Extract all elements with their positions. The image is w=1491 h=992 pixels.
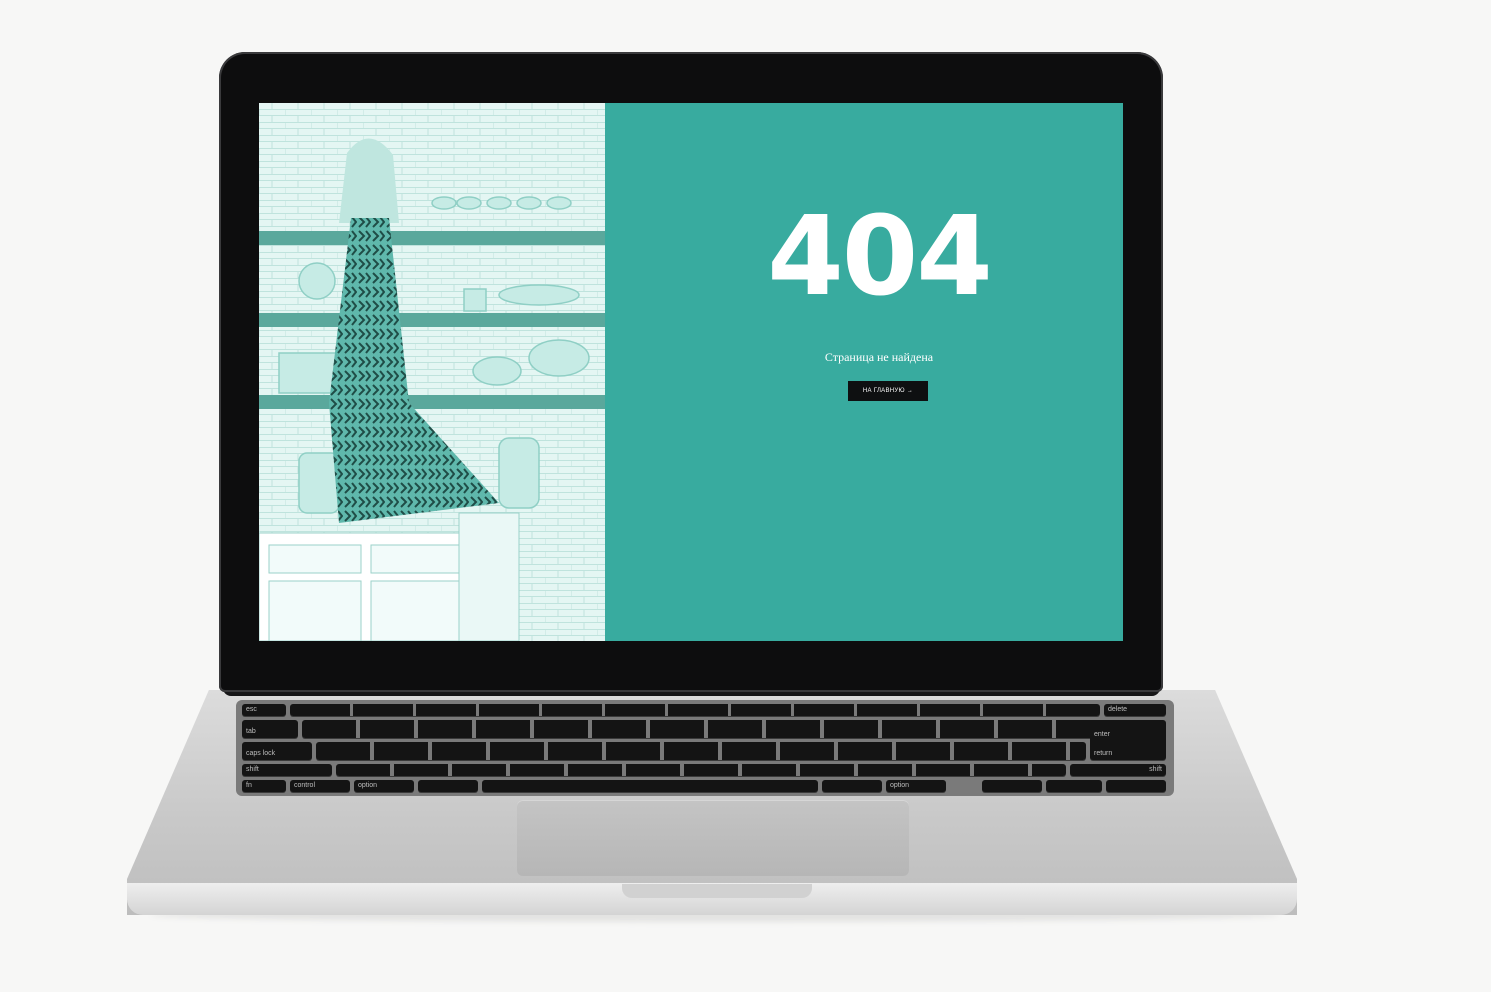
esc-key-label: esc [246,706,257,713]
screen-webpage: 404 Страница не найдена НА ГЛАВНУЮ → [259,103,1123,641]
letter-key-row-2 [316,742,1086,760]
laptop-mockup: esc delete tab caps lock return enter shi… [0,0,1491,992]
kitchen-woman-photo [259,103,605,641]
home-button[interactable]: НА ГЛАВНУЮ → [848,381,928,401]
error-message: Страница не найдена [824,350,934,364]
keyboard: esc delete tab caps lock return enter shi… [236,700,1174,796]
letter-key-row-1 [302,720,1102,738]
left-option-key: option [354,780,414,792]
tab-key-label: tab [246,728,256,735]
control-key: control [290,780,350,792]
control-key-label: control [294,782,316,789]
hero-photo [259,103,605,641]
function-key-row [290,704,1100,716]
trackpad [517,800,909,876]
enter-key-label: enter [1094,731,1110,738]
right-command-key [822,780,882,792]
caps-lock-key: caps lock [242,742,312,760]
fn-key-label: fn [246,782,252,789]
arrow-left-key [982,780,1042,792]
caps-lock-key-label: caps lock [246,750,276,757]
letter-key-row-3 [336,764,1066,776]
right-shift-key-label: shift [1149,766,1162,773]
laptop-lid-notch [622,884,812,898]
return-key-label: return [1094,750,1113,757]
tab-key: tab [242,720,298,738]
left-shift-key-label: shift [246,766,259,773]
arrow-right-key [1106,780,1166,792]
spacebar [482,780,818,792]
arrow-up-down-keys [1046,780,1102,792]
return-key: return enter [1090,720,1166,760]
right-option-key-label: option [890,782,910,789]
esc-key: esc [242,704,286,716]
fn-key: fn [242,780,286,792]
delete-key-label: delete [1108,706,1128,713]
left-command-key [418,780,478,792]
error-code: 404 [767,192,993,320]
delete-key: delete [1104,704,1166,716]
left-shift-key: shift [242,764,332,776]
right-option-key: option [886,780,946,792]
left-option-key-label: option [358,782,378,789]
error-content-pane: 404 Страница не найдена НА ГЛАВНУЮ → [605,103,1123,641]
right-shift-key: shift [1070,764,1166,776]
